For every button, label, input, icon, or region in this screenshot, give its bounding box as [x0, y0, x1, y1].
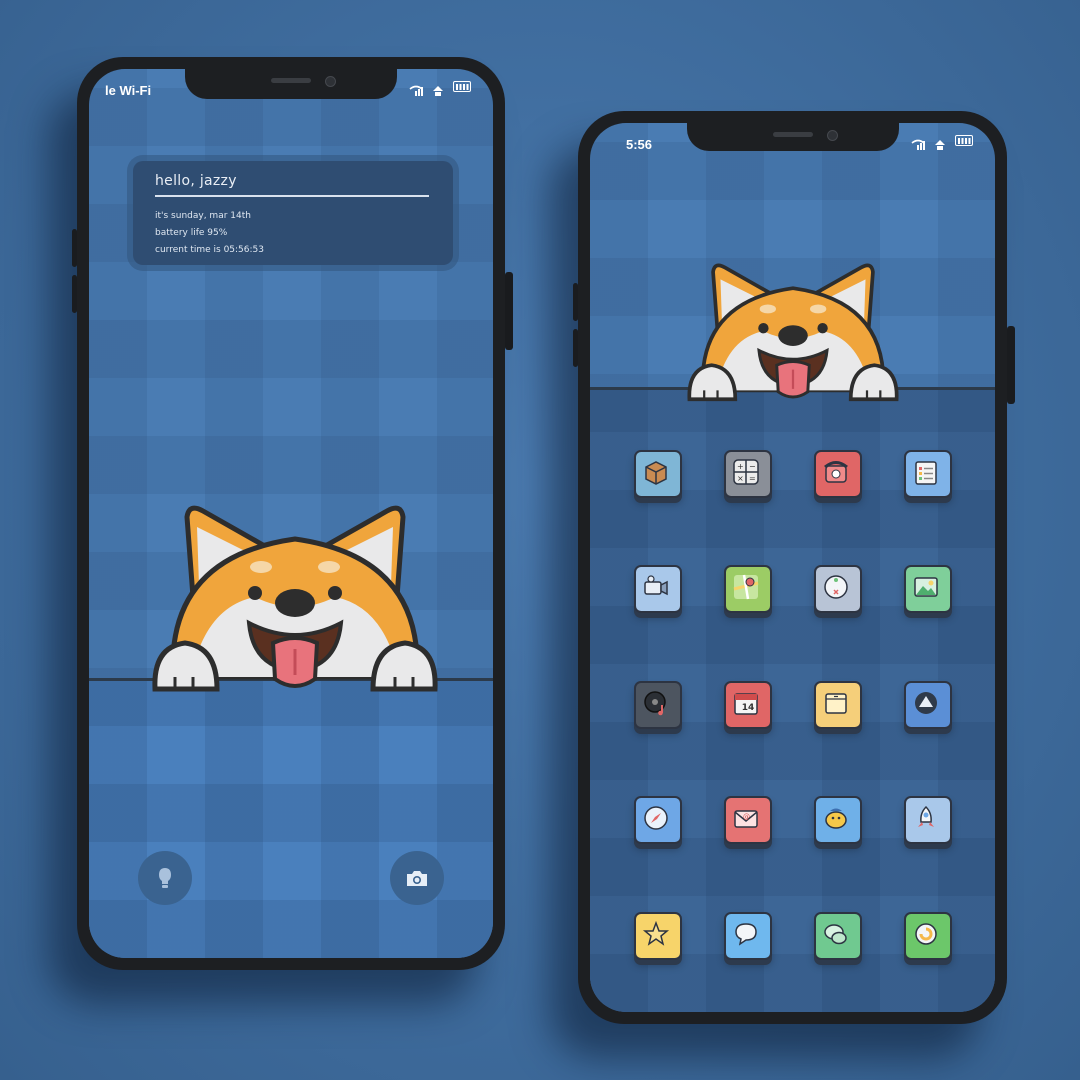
battery-icon: [453, 81, 471, 92]
messages-icon[interactable]: [724, 912, 772, 960]
notch: [185, 69, 397, 99]
signal-icon: [409, 81, 423, 96]
calendar-icon[interactable]: 14: [724, 681, 772, 729]
widget-divider: [155, 195, 429, 197]
music-icon[interactable]: [634, 681, 682, 729]
shiba-dog-illustration: [687, 263, 899, 402]
volume-button: [72, 229, 77, 267]
widget-date: it's sunday, mar 14th: [155, 211, 251, 221]
rocket-icon[interactable]: [904, 796, 952, 844]
calculator-icon[interactable]: + − × =: [724, 450, 772, 498]
greeting-widget: hello, jazzy it's sunday, mar 14th batte…: [133, 161, 453, 265]
status-icons: [409, 81, 471, 96]
volume-button: [72, 275, 77, 313]
lock-screen: le Wi-Fi hello, jazzy it's sunday, mar 1…: [89, 69, 493, 958]
wechat-icon[interactable]: [814, 912, 862, 960]
refresh-icon[interactable]: [904, 912, 952, 960]
wallpaper-lower: [89, 678, 493, 958]
phone-icon[interactable]: [814, 450, 862, 498]
side-button: [505, 272, 513, 350]
widget-time: current time is 05:56:53: [155, 245, 264, 255]
camera-button[interactable]: [390, 851, 444, 905]
video-camera-icon[interactable]: [634, 565, 682, 613]
shiba-dog-illustration: [152, 505, 438, 692]
status-icons: [911, 135, 973, 150]
widget-title: hello, jazzy: [155, 173, 237, 189]
svg-text:−: −: [749, 462, 756, 471]
maps-icon[interactable]: [724, 565, 772, 613]
calendar-date: 14: [741, 703, 755, 713]
files-box-icon[interactable]: [634, 450, 682, 498]
status-time: 5:56: [626, 137, 653, 152]
signal-icon: [911, 135, 925, 150]
notch: [686, 123, 899, 151]
svg-text:×: ×: [737, 474, 744, 483]
clock-icon[interactable]: [814, 565, 862, 613]
app-store-icon[interactable]: [904, 681, 952, 729]
flashlight-icon: [159, 868, 171, 888]
safari-icon[interactable]: [634, 796, 682, 844]
bird-icon[interactable]: [814, 796, 862, 844]
notes-icon[interactable]: [814, 681, 862, 729]
flashlight-button[interactable]: [138, 851, 192, 905]
status-carrier: le Wi-Fi: [105, 83, 152, 98]
vpn-icon: [933, 135, 947, 150]
vpn-icon: [431, 81, 445, 96]
svg-text:@: @: [743, 813, 750, 821]
volume-button: [573, 283, 578, 321]
star-icon[interactable]: [634, 912, 682, 960]
reminders-icon[interactable]: [904, 450, 952, 498]
svg-text:+: +: [737, 462, 744, 471]
right-phone: 5:56 + − × = 14 @: [573, 111, 1015, 1024]
left-phone: le Wi-Fi hello, jazzy it's sunday, mar 1…: [72, 57, 513, 970]
side-button: [1007, 326, 1015, 404]
volume-button: [573, 329, 578, 367]
photos-icon[interactable]: [904, 565, 952, 613]
battery-icon: [955, 135, 973, 146]
mail-icon[interactable]: @: [724, 796, 772, 844]
home-screen: 5:56 + − × = 14 @: [590, 123, 995, 1012]
svg-text:=: =: [749, 474, 756, 483]
camera-icon: [407, 871, 427, 886]
widget-battery: battery life 95%: [155, 228, 228, 238]
